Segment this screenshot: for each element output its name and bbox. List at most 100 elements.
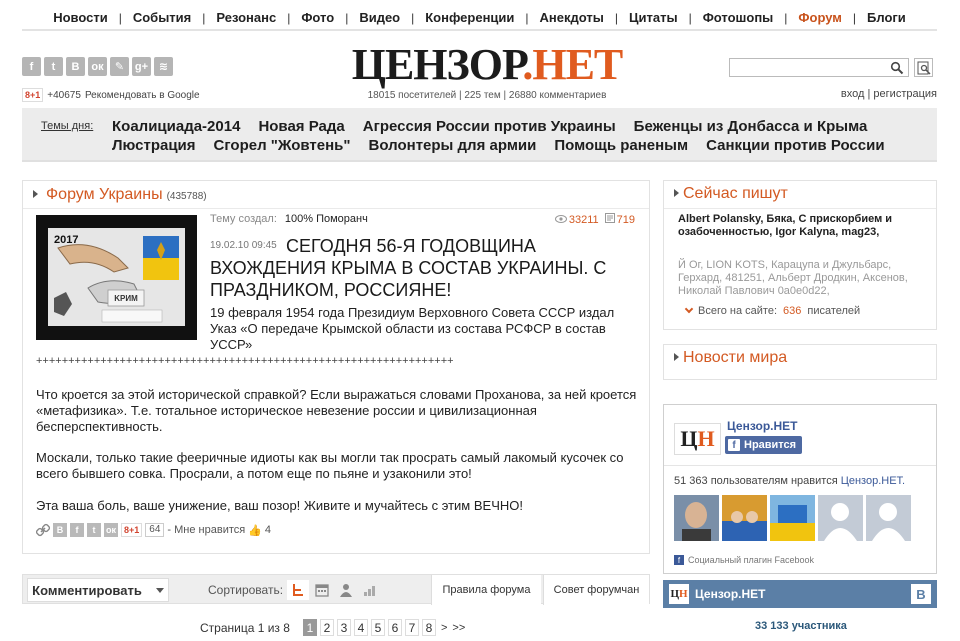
facebook-fan-avatar[interactable] bbox=[674, 495, 719, 541]
topic-link[interactable]: Беженцы из Донбасса и Крыма bbox=[634, 118, 868, 135]
topic-thumbnail[interactable]: KPИM 2017 bbox=[36, 215, 197, 340]
odnoklassniki-icon[interactable]: ок bbox=[88, 57, 107, 76]
facebook-count-link[interactable]: Цензор.НЕТ. bbox=[841, 475, 905, 487]
sort-date-icon[interactable] bbox=[311, 580, 333, 600]
thumbs-up-icon[interactable]: 👍 bbox=[248, 524, 262, 537]
facebook-page-name[interactable]: Цензор.НЕТ bbox=[727, 419, 798, 433]
odnoklassniki-share-icon[interactable]: ок bbox=[104, 523, 118, 537]
site-stats: 18015 посетителей | 225 тем | 26880 комм… bbox=[367, 90, 607, 101]
sort-tree-icon[interactable] bbox=[287, 580, 309, 600]
topic-headline[interactable]: СЕГОДНЯ 56-Я ГОДОВЩИНА ВХОЖДЕНИЯ КРЫМА В… bbox=[210, 235, 640, 301]
nav-item[interactable]: Анекдоты bbox=[529, 10, 615, 25]
vk-members-count[interactable]: 33 133 участника bbox=[755, 620, 847, 632]
gplus-share-button[interactable]: 8+1 bbox=[121, 523, 143, 537]
facebook-fan-avatar[interactable] bbox=[818, 495, 863, 541]
page-link[interactable]: 3 bbox=[336, 619, 351, 636]
online-total[interactable]: Всего на сайте: 636 писателей bbox=[684, 304, 860, 317]
world-news-title[interactable]: Новости мира bbox=[683, 349, 787, 367]
nav-item[interactable]: События bbox=[122, 10, 202, 25]
nav-item[interactable]: Форум bbox=[787, 10, 852, 25]
google-recommend: 8+1 +40675 Рекомендовать в Google bbox=[22, 88, 200, 102]
forum-advice-button[interactable]: Совет форумчан bbox=[543, 575, 649, 605]
divider bbox=[664, 208, 936, 209]
topics-row-2: Люстрация Сгорел "Жовтень" Волонтеры для а… bbox=[112, 137, 885, 154]
page-link[interactable]: 8 bbox=[421, 619, 436, 636]
livejournal-icon[interactable]: ✎ bbox=[110, 57, 129, 76]
logo-letter-h: Н bbox=[697, 426, 715, 451]
rss-icon[interactable]: ≋ bbox=[154, 57, 173, 76]
topic-lead: 19 февраля 1954 года Президиум Верховног… bbox=[210, 305, 615, 352]
forum-title[interactable]: Форум Украины bbox=[46, 186, 163, 204]
logo-part-2: НЕТ bbox=[532, 40, 623, 89]
page-link[interactable]: 6 bbox=[387, 619, 402, 636]
topic-link[interactable]: Люстрация bbox=[112, 137, 196, 154]
search-icon[interactable] bbox=[890, 61, 904, 75]
nav-item[interactable]: Фото bbox=[290, 10, 345, 25]
google-plus-icon[interactable]: g+ bbox=[132, 57, 151, 76]
sort-rating-icon[interactable] bbox=[359, 580, 381, 600]
forum-rules-button[interactable]: Правила форума bbox=[431, 575, 541, 605]
recommend-in-google-link[interactable]: Рекомендовать в Google bbox=[85, 90, 200, 101]
facebook-fan-avatar[interactable] bbox=[866, 495, 911, 541]
topic-link[interactable]: Помощь раненым bbox=[554, 137, 688, 154]
facebook-icon[interactable]: f bbox=[22, 57, 41, 76]
last-page-link[interactable]: >> bbox=[452, 622, 465, 634]
facebook-like-button[interactable]: f Нравится bbox=[725, 436, 803, 454]
now-writing-title[interactable]: Сейчас пишут bbox=[683, 185, 788, 203]
page-link[interactable]: 5 bbox=[370, 619, 385, 636]
register-link[interactable]: регистрация bbox=[873, 88, 937, 100]
active-writers[interactable]: Albert Polansky, Бяка, С прискорбием и о… bbox=[678, 213, 928, 239]
vk-icon[interactable]: B bbox=[66, 57, 85, 76]
page-link[interactable]: 2 bbox=[319, 619, 334, 636]
comment-button[interactable]: Комментировать bbox=[27, 578, 169, 602]
online-count: 636 bbox=[783, 305, 802, 317]
nav-item[interactable]: Фотошопы bbox=[692, 10, 785, 25]
advanced-search-button[interactable] bbox=[914, 58, 933, 77]
facebook-page-logo[interactable]: ЦН bbox=[674, 423, 721, 455]
nav-item[interactable]: Новости bbox=[42, 10, 119, 25]
topics-of-day: Темы дня: Коалициада-2014 Новая Рада Агрес… bbox=[22, 108, 937, 162]
logo-part-1: ЦЕНЗОР bbox=[351, 40, 524, 89]
facebook-fan-avatar[interactable] bbox=[770, 495, 815, 541]
active-guests[interactable]: Й Ог, LION KOTS, Карацупа и Джульбарс, Г… bbox=[678, 259, 928, 298]
topic-link[interactable]: Коалициада-2014 bbox=[112, 118, 240, 135]
google-plus-one-button[interactable]: 8+1 bbox=[22, 88, 44, 102]
vk-icon[interactable]: B bbox=[911, 584, 931, 604]
nav-item[interactable]: Цитаты bbox=[618, 10, 689, 25]
topic-link[interactable]: Сгорел "Жовтень" bbox=[214, 137, 351, 154]
topic-link[interactable]: Агрессия России против Украины bbox=[363, 118, 616, 135]
next-page-link[interactable]: > bbox=[441, 622, 447, 634]
dropdown-arrow-icon bbox=[155, 587, 164, 593]
facebook-plugin-text[interactable]: Социальный плагин Facebook bbox=[688, 555, 814, 565]
nav-item[interactable]: Резонанс bbox=[205, 10, 287, 25]
search-input[interactable] bbox=[730, 59, 880, 76]
plus-separator: ++++++++++++++++++++++++++++++++++++++++… bbox=[36, 355, 454, 367]
facebook-fan-avatar[interactable] bbox=[722, 495, 767, 541]
like-text[interactable]: - Мне нравится bbox=[167, 524, 245, 536]
nav-item[interactable]: Видео bbox=[348, 10, 411, 25]
page-link[interactable]: 4 bbox=[353, 619, 368, 636]
vk-page-logo[interactable]: ЦН bbox=[669, 584, 689, 604]
logo-letter-c: Ц bbox=[680, 426, 698, 451]
nav-item[interactable]: Конференции bbox=[414, 10, 525, 25]
topic-link[interactable]: Санкции против России bbox=[706, 137, 884, 154]
login-link[interactable]: вход bbox=[841, 88, 865, 100]
twitter-icon[interactable]: t bbox=[44, 57, 63, 76]
vk-page-name[interactable]: Цензор.НЕТ bbox=[695, 587, 766, 601]
link-icon[interactable] bbox=[36, 523, 50, 537]
social-icons: f t Bок ✎ g+ ≋ bbox=[22, 57, 173, 76]
facebook-share-icon[interactable]: f bbox=[70, 523, 84, 537]
twitter-share-icon[interactable]: t bbox=[87, 523, 101, 537]
forum-topic-count: (435788) bbox=[166, 191, 207, 202]
sort-user-icon[interactable] bbox=[335, 580, 357, 600]
creator-name[interactable]: 100% Поморанч bbox=[285, 213, 368, 225]
page-link[interactable]: 1 bbox=[302, 619, 317, 636]
topics-label[interactable]: Темы дня: bbox=[41, 120, 93, 132]
topic-link[interactable]: Новая Рада bbox=[258, 118, 344, 135]
site-logo[interactable]: ЦЕНЗОР.НЕТ 18015 посетителей | 225 тем |… bbox=[332, 40, 642, 102]
page-link[interactable]: 7 bbox=[404, 619, 419, 636]
auth-separator: | bbox=[867, 88, 871, 100]
nav-item[interactable]: Блоги bbox=[856, 10, 917, 25]
topic-link[interactable]: Волонтеры для армии bbox=[369, 137, 537, 154]
vk-share-icon[interactable]: B bbox=[53, 523, 67, 537]
